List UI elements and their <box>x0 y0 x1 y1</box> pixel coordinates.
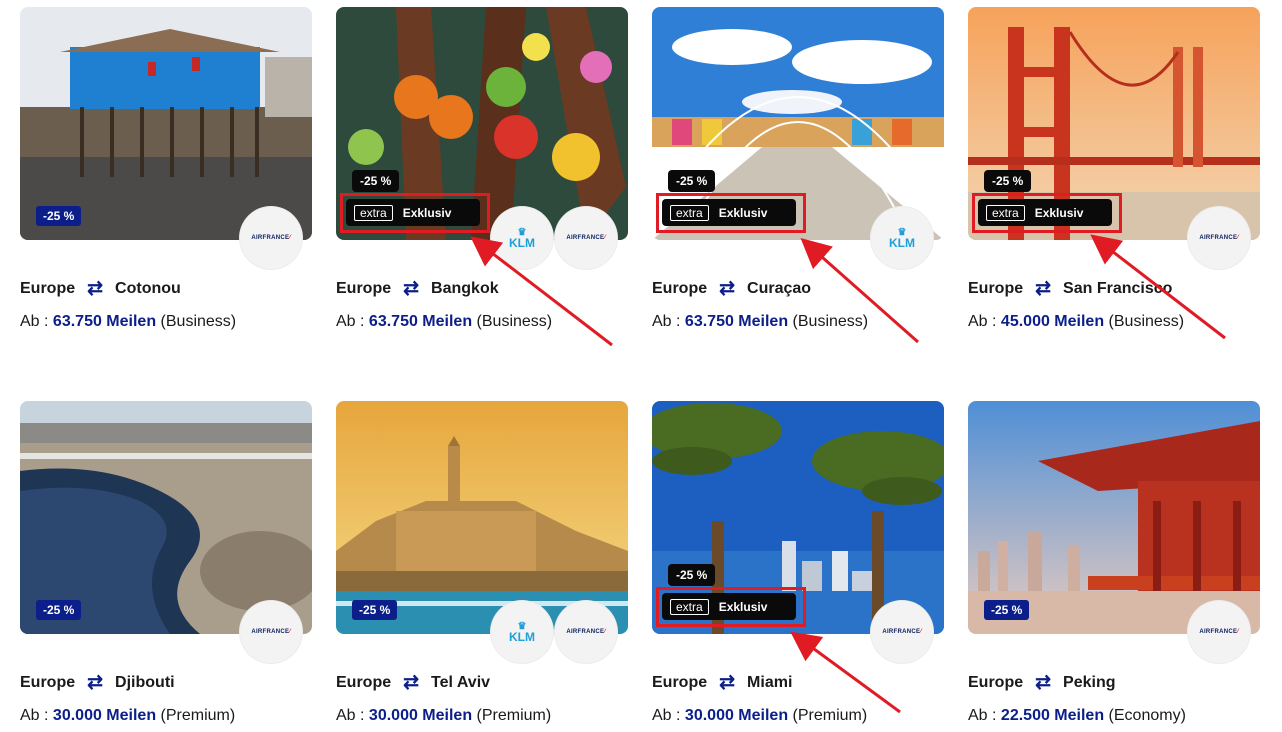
discount-badge: -25 % <box>36 206 82 226</box>
route-origin: Europe <box>652 674 708 691</box>
airline-logo-klm: ♛ KLM <box>491 601 553 663</box>
route-title[interactable]: Europe ⇄ Cotonou <box>20 278 181 299</box>
route-destination: Curaçao <box>747 280 812 297</box>
miles-value: 30.000 Meilen <box>368 707 473 724</box>
cabin-class: (Premium) <box>476 707 552 724</box>
discount-badge: -25 % <box>36 600 82 620</box>
miles-value: 30.000 Meilen <box>684 707 789 724</box>
swap-arrows-icon: ⇄ <box>1035 672 1052 693</box>
airline-logo-klm: ♛ KLM <box>871 207 933 269</box>
offer-card-miami[interactable]: -25 % extra Exklusiv AIRFRANCE⁄ Europe ⇄… <box>652 401 944 732</box>
highlight-box <box>972 193 1122 233</box>
offer-card-curacao[interactable]: -25 % extra Exklusiv ♛ KLM Europe ⇄ Curaç… <box>652 7 944 347</box>
cabin-class: (Premium) <box>792 707 868 724</box>
discount-badge: -25 % <box>352 600 398 620</box>
airline-logo-airfrance: AIRFRANCE⁄ <box>555 601 617 663</box>
route-origin: Europe <box>652 280 708 297</box>
cabin-class: (Business) <box>792 313 869 330</box>
route-origin: Europe <box>968 674 1024 691</box>
price-line: Ab : 63.750 Meilen (Business) <box>336 313 553 330</box>
miles-value: 22.500 Meilen <box>1000 707 1105 724</box>
cabin-class: (Business) <box>160 313 237 330</box>
discount-badge: -25 % <box>668 564 716 586</box>
airline-logo-airfrance: AIRFRANCE⁄ <box>555 207 617 269</box>
route-title[interactable]: Europe ⇄ Djibouti <box>20 672 175 693</box>
route-origin: Europe <box>336 280 392 297</box>
route-title[interactable]: Europe ⇄ Bangkok <box>336 278 499 299</box>
price-line: Ab : 63.750 Meilen (Business) <box>20 313 237 330</box>
offer-card-djibouti[interactable]: -25 % AIRFRANCE⁄ Europe ⇄ Djibouti Ab : … <box>20 401 312 732</box>
route-destination: Miami <box>747 674 793 691</box>
miles-value: 63.750 Meilen <box>368 313 473 330</box>
offer-card-tel-aviv[interactable]: -25 % ♛ KLM AIRFRANCE⁄ Europe ⇄ Tel Aviv … <box>336 401 628 732</box>
discount-badge: -25 % <box>984 170 1032 192</box>
route-title[interactable]: Europe ⇄ Peking <box>968 672 1116 693</box>
highlight-box <box>656 587 806 627</box>
route-destination: Bangkok <box>431 280 499 297</box>
swap-arrows-icon: ⇄ <box>403 278 420 299</box>
discount-badge: -25 % <box>984 600 1030 620</box>
airline-logo-airfrance: AIRFRANCE⁄ <box>1188 207 1250 269</box>
miles-value: 63.750 Meilen <box>684 313 789 330</box>
miles-value: 63.750 Meilen <box>52 313 157 330</box>
route-origin: Europe <box>20 674 76 691</box>
swap-arrows-icon: ⇄ <box>1035 278 1052 299</box>
route-origin: Europe <box>336 674 392 691</box>
highlight-box <box>656 193 806 233</box>
route-title[interactable]: Europe ⇄ Tel Aviv <box>336 672 491 693</box>
price-line: Ab : 63.750 Meilen (Business) <box>652 313 869 330</box>
route-destination: Cotonou <box>115 280 181 297</box>
discount-badge: -25 % <box>352 170 400 192</box>
swap-arrows-icon: ⇄ <box>87 672 104 693</box>
route-origin: Europe <box>968 280 1024 297</box>
route-title[interactable]: Europe ⇄ Curaçao <box>652 278 812 299</box>
route-title[interactable]: Europe ⇄ San Francisco <box>968 278 1173 299</box>
airline-logo-airfrance: AIRFRANCE⁄ <box>240 207 302 269</box>
price-line: Ab : 30.000 Meilen (Premium) <box>336 707 552 724</box>
cabin-class: (Business) <box>1108 313 1185 330</box>
miles-value: 45.000 Meilen <box>1000 313 1105 330</box>
offer-card-cotonou[interactable]: -25 % AIRFRANCE⁄ Europe ⇄ Cotonou Ab : 6… <box>20 7 312 347</box>
price-line: Ab : 22.500 Meilen (Economy) <box>968 707 1186 724</box>
route-destination: San Francisco <box>1063 280 1173 297</box>
airline-logo-airfrance: AIRFRANCE⁄ <box>1188 601 1250 663</box>
swap-arrows-icon: ⇄ <box>403 672 420 693</box>
swap-arrows-icon: ⇄ <box>719 672 736 693</box>
cabin-class: (Premium) <box>160 707 236 724</box>
route-destination: Djibouti <box>115 674 175 691</box>
swap-arrows-icon: ⇄ <box>87 278 104 299</box>
cabin-class: (Business) <box>476 313 553 330</box>
route-origin: Europe <box>20 280 76 297</box>
price-line: Ab : 30.000 Meilen (Premium) <box>20 707 236 724</box>
offer-card-san-francisco[interactable]: -25 % extra Exklusiv AIRFRANCE⁄ Europe ⇄… <box>968 7 1260 347</box>
route-destination: Peking <box>1063 674 1116 691</box>
miles-value: 30.000 Meilen <box>52 707 157 724</box>
price-line: Ab : 30.000 Meilen (Premium) <box>652 707 868 724</box>
swap-arrows-icon: ⇄ <box>719 278 736 299</box>
highlight-box <box>340 193 490 233</box>
airline-logo-airfrance: AIRFRANCE⁄ <box>871 601 933 663</box>
offer-card-bangkok[interactable]: -25 % extra Exklusiv ♛ KLM AIRFRANCE⁄ Eur… <box>336 7 628 347</box>
discount-badge: -25 % <box>668 170 716 192</box>
route-title[interactable]: Europe ⇄ Miami <box>652 672 793 693</box>
cabin-class: (Economy) <box>1108 707 1186 724</box>
route-destination: Tel Aviv <box>431 674 491 691</box>
price-line: Ab : 45.000 Meilen (Business) <box>968 313 1185 330</box>
airline-logo-airfrance: AIRFRANCE⁄ <box>240 601 302 663</box>
airline-logo-klm: ♛ KLM <box>491 207 553 269</box>
offer-card-peking[interactable]: -25 % AIRFRANCE⁄ Europe ⇄ Peking Ab : 22… <box>968 401 1260 732</box>
